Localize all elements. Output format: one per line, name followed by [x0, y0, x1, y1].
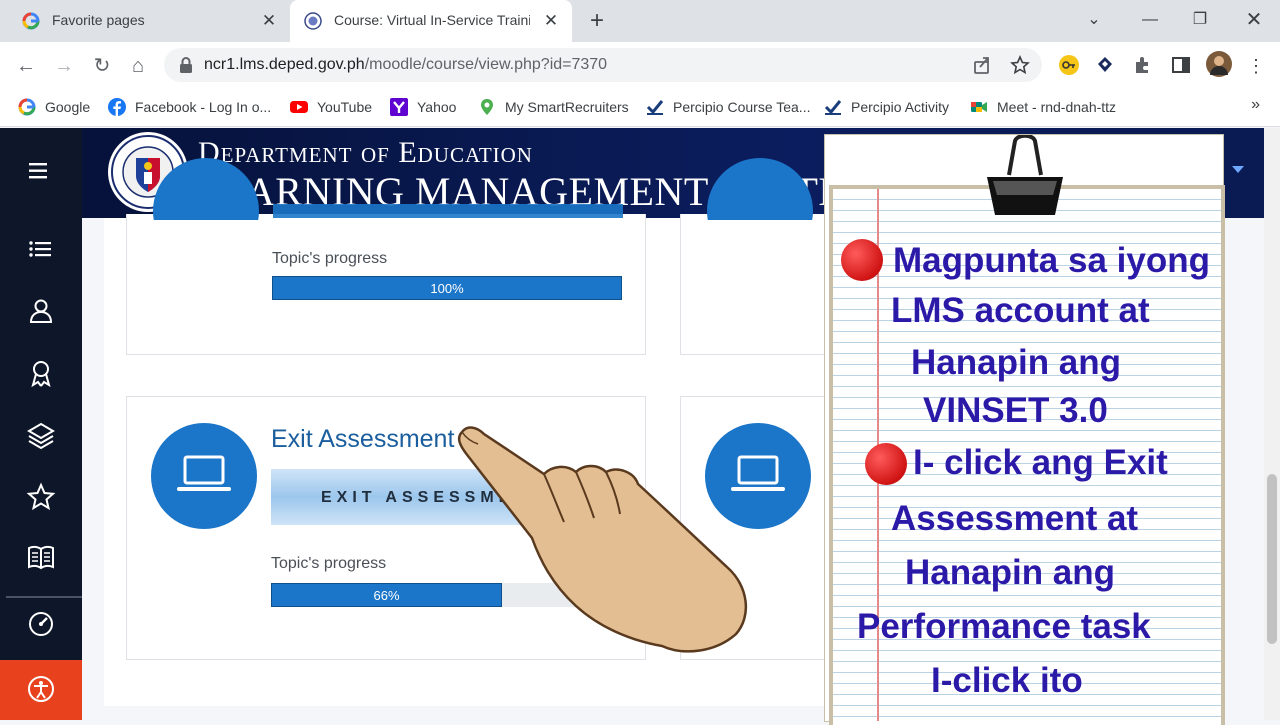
- address-bar[interactable]: ncr1.lms.deped.gov.ph/moodle/course/view…: [164, 48, 1042, 82]
- bookmark-yahoo[interactable]: Yahoo: [390, 96, 456, 118]
- share-icon[interactable]: [972, 55, 992, 75]
- extensions-puzzle-icon[interactable]: [1132, 54, 1154, 76]
- lock-icon[interactable]: [178, 56, 194, 74]
- bookmark-facebook[interactable]: Facebook - Log In o...: [108, 96, 271, 118]
- url-text[interactable]: ncr1.lms.deped.gov.ph/moodle/course/view…: [204, 56, 607, 74]
- accessibility-icon[interactable]: [26, 674, 56, 704]
- user-menu-caret-icon[interactable]: [1232, 166, 1244, 173]
- hamburger-menu-icon[interactable]: [26, 156, 56, 186]
- note-line: Hanapin ang: [905, 553, 1116, 592]
- badge-icon[interactable]: [26, 358, 56, 388]
- page-scrollbar[interactable]: [1264, 128, 1280, 720]
- bookmark-label: My SmartRecruiters: [505, 99, 629, 115]
- progress-fill: 100%: [272, 276, 622, 300]
- bookmark-youtube[interactable]: YouTube: [290, 96, 372, 118]
- note-line: LMS account at: [891, 291, 1150, 330]
- pointing-hand-icon: [457, 426, 748, 653]
- bookmark-label: Facebook - Log In o...: [135, 99, 272, 115]
- bookmark-google[interactable]: Google: [18, 96, 90, 118]
- scrollbar-thumb[interactable]: [1267, 474, 1277, 644]
- bookmark-label: Meet - rnd-dnah-ttz: [997, 99, 1117, 115]
- back-button[interactable]: ←: [12, 52, 40, 80]
- progress-label: Topic's progress: [271, 555, 387, 572]
- dashboard-gauge-icon[interactable]: [26, 608, 56, 638]
- topic-circle: [153, 158, 259, 220]
- close-tab-icon[interactable]: ✕: [540, 10, 562, 32]
- progress-bar: 100%: [272, 276, 622, 300]
- deped-seal-icon: [304, 12, 322, 30]
- minimize-button[interactable]: —: [1130, 6, 1170, 34]
- new-tab-button[interactable]: +: [584, 8, 610, 34]
- close-tab-icon[interactable]: ✕: [258, 10, 280, 32]
- tab-title: Favorite pages: [52, 12, 145, 28]
- smartrecruiters-icon: [481, 99, 493, 115]
- note-line: Assessment at: [891, 499, 1139, 538]
- topic-circle: [707, 158, 813, 220]
- lms-sidebar: [0, 128, 82, 720]
- forward-button[interactable]: →: [50, 52, 78, 80]
- bookmark-label: Google: [45, 99, 91, 115]
- tab-search-chevron-icon[interactable]: ⌄: [1074, 6, 1114, 34]
- url-path: /moodle/course/view.php?id=7370: [364, 56, 608, 73]
- instruction-notepad: Magpunta sa iyong LMS account at Hanapin…: [824, 134, 1225, 725]
- reload-button[interactable]: ↻: [88, 52, 116, 80]
- browser-toolbar: ← → ↻ ⌂ ncr1.lms.deped.gov.ph/moodle/cou…: [0, 42, 1280, 88]
- participants-icon[interactable]: [26, 296, 56, 326]
- bookmark-label: Percipio Course Tea...: [673, 99, 811, 115]
- bookmark-meet[interactable]: Meet - rnd-dnah-ttz: [970, 96, 1116, 118]
- note-line: I-click ito: [931, 661, 1083, 700]
- browser-tab-bar: Favorite pages ✕ Course: Virtual In-Serv…: [0, 0, 1280, 42]
- tab-title: Course: Virtual In-Service Training: [334, 12, 530, 28]
- topic-icon-circle: [153, 158, 259, 220]
- avatar[interactable]: [1206, 51, 1232, 77]
- bookmark-label: YouTube: [317, 99, 373, 115]
- percipio-icon: [824, 100, 842, 115]
- topic-icon-circle: [707, 158, 813, 220]
- topic-icon-circle: [151, 423, 257, 529]
- topic-card[interactable]: Topic's progress 100%: [126, 158, 646, 355]
- browser-menu-icon[interactable]: ⋮: [1242, 52, 1270, 80]
- more-bookmarks-button[interactable]: »: [1251, 96, 1260, 114]
- extension-icon[interactable]: [1094, 54, 1116, 76]
- note-line: I- click ang Exit: [913, 443, 1168, 482]
- star-icon[interactable]: [26, 482, 56, 512]
- home-button[interactable]: ⌂: [124, 52, 152, 80]
- laptop-icon: [177, 455, 231, 491]
- note-line: Performance task: [857, 607, 1151, 646]
- restore-button[interactable]: ❐: [1180, 6, 1220, 34]
- sidebar-divider: [6, 596, 82, 598]
- close-window-button[interactable]: ✕: [1234, 6, 1274, 34]
- bookmark-percipio-activity[interactable]: Percipio Activity: [824, 96, 949, 118]
- side-panel-icon[interactable]: [1170, 54, 1192, 76]
- bookmark-smartrecruiters[interactable]: My SmartRecruiters: [478, 96, 629, 118]
- note-line: VINSET 3.0: [923, 391, 1108, 430]
- note-line: Magpunta sa iyong: [893, 241, 1210, 280]
- google-icon: [22, 12, 40, 30]
- tab-favorite-pages[interactable]: Favorite pages ✕: [0, 0, 290, 42]
- topic-banner-edge: [273, 204, 623, 218]
- layers-icon[interactable]: [26, 420, 56, 450]
- bullet-dot: [841, 239, 883, 281]
- bookmark-percipio-course[interactable]: Percipio Course Tea...: [646, 96, 810, 118]
- note-line: Hanapin ang: [911, 343, 1122, 382]
- percipio-icon: [646, 100, 664, 115]
- key-extension-icon[interactable]: [1058, 54, 1080, 76]
- progress-label: Topic's progress: [272, 250, 388, 267]
- sidebar-accessibility-item[interactable]: [0, 660, 82, 720]
- bookmark-star-icon[interactable]: [1010, 55, 1030, 75]
- facebook-icon: [108, 98, 126, 116]
- binder-clip-icon: [987, 135, 1063, 215]
- book-icon[interactable]: [26, 542, 56, 572]
- bookmark-label: Percipio Activity: [851, 99, 950, 115]
- bookmarks-bar: Google Facebook - Log In o... YouTube Ya…: [0, 88, 1280, 127]
- tab-course[interactable]: Course: Virtual In-Service Training ✕: [290, 0, 572, 42]
- url-host: ncr1.lms.deped.gov.ph: [204, 56, 365, 73]
- list-icon[interactable]: [26, 234, 56, 264]
- meet-icon: [971, 102, 987, 112]
- youtube-icon: [290, 101, 308, 113]
- bullet-dot: [865, 443, 907, 485]
- google-icon: [18, 98, 36, 116]
- yahoo-icon: [390, 98, 408, 116]
- bookmark-label: Yahoo: [417, 99, 457, 115]
